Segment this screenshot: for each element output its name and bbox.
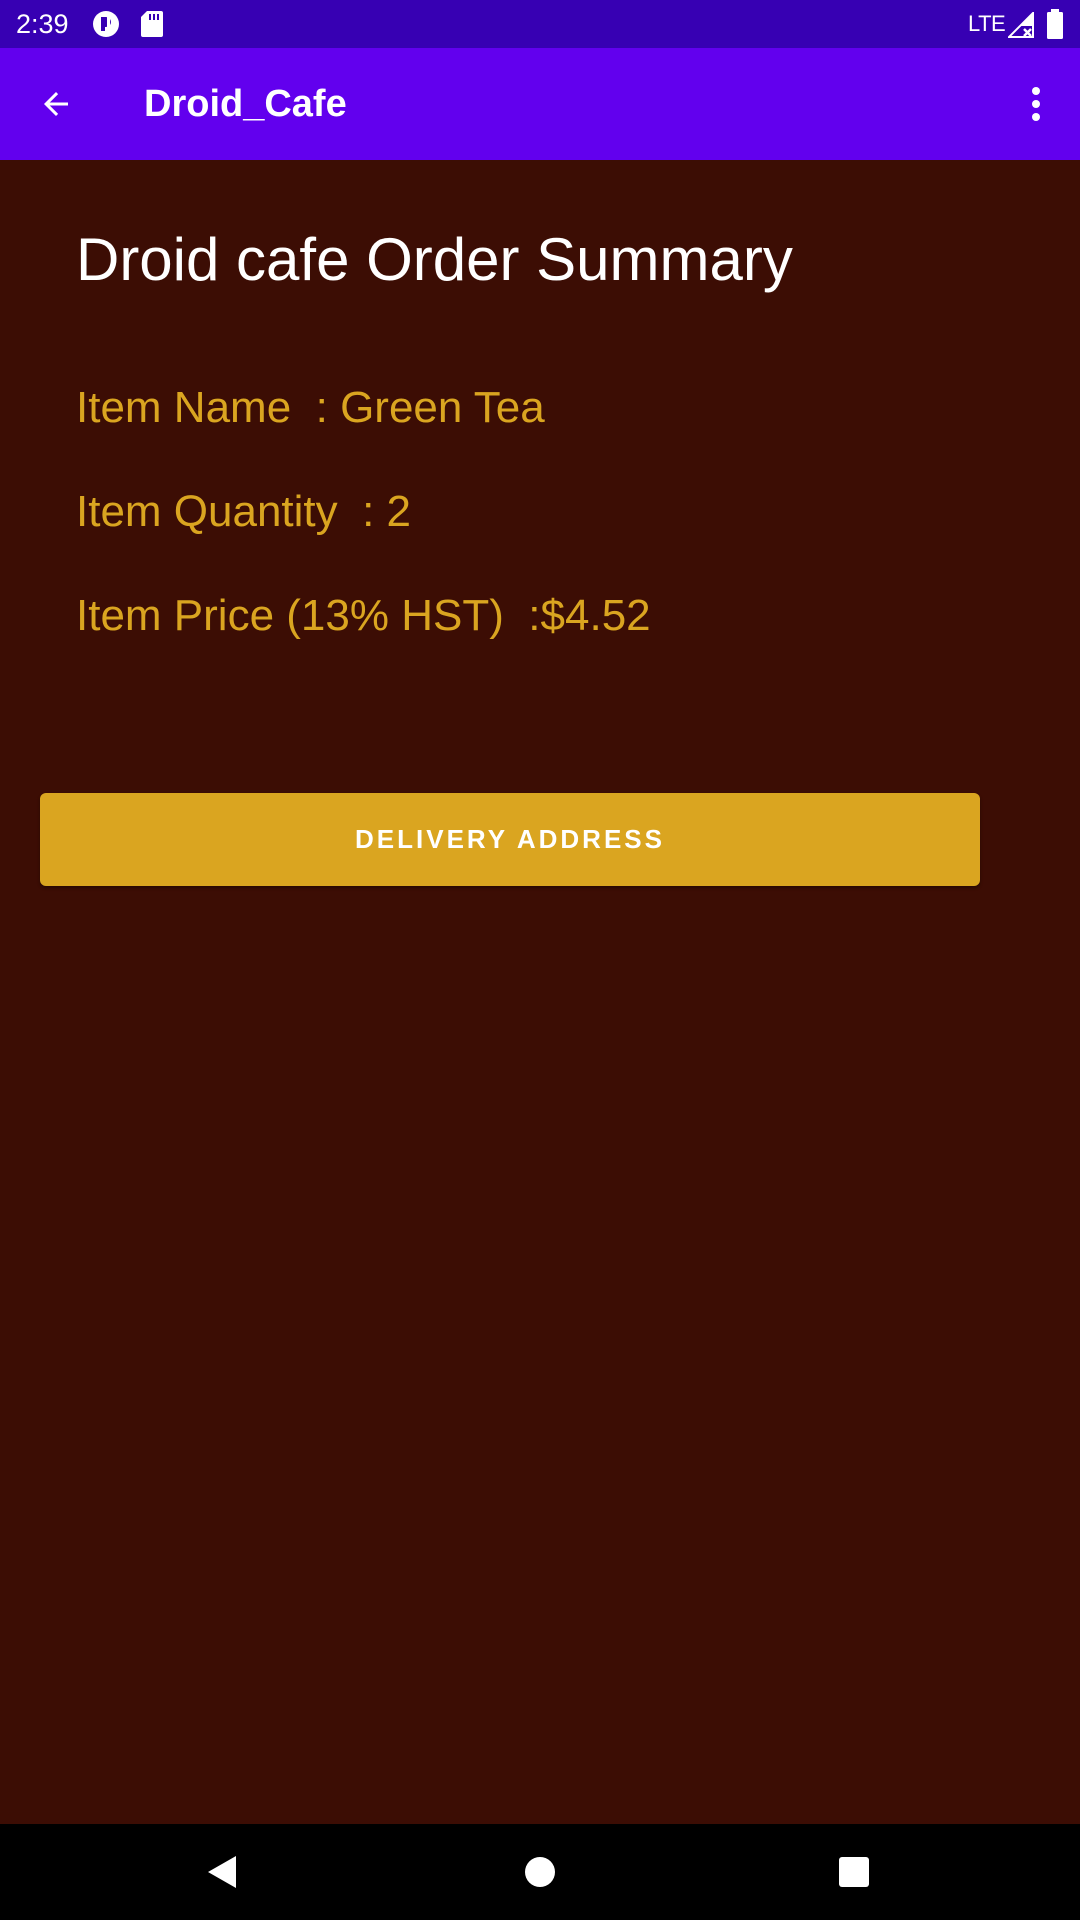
more-vert-icon <box>1032 87 1040 121</box>
item-name-text: Item Name : Green Tea <box>76 383 545 432</box>
status-time: 2:39 <box>16 9 69 39</box>
nav-home-button[interactable] <box>510 1842 570 1902</box>
nav-recents-button[interactable] <box>824 1842 884 1902</box>
network-type-label: LTE <box>968 11 1006 36</box>
app-title: Droid_Cafe <box>144 83 347 125</box>
back-triangle-icon <box>208 1856 236 1888</box>
recents-square-icon <box>839 1857 869 1887</box>
signal-icon <box>1008 12 1034 38</box>
app-bar: Droid_Cafe <box>0 48 1080 160</box>
overflow-menu-button[interactable] <box>1012 76 1060 132</box>
summary-title: Droid cafe Order Summary <box>76 226 793 293</box>
battery-icon <box>1047 9 1063 39</box>
sd-card-icon <box>141 11 163 37</box>
delivery-address-button[interactable]: DELIVERY ADDRESS <box>40 793 980 886</box>
notification-app-icon <box>93 11 119 37</box>
back-button[interactable] <box>20 76 92 132</box>
nav-back-button[interactable] <box>192 1842 252 1902</box>
item-quantity-text: Item Quantity : 2 <box>76 487 412 536</box>
home-circle-icon <box>525 1857 555 1887</box>
item-price-text: Item Price (13% HST) :$4.52 <box>76 591 651 640</box>
arrow-back-icon <box>44 92 68 116</box>
system-nav-bar <box>0 1824 1080 1920</box>
status-bar: 2:39 LTE <box>0 0 1080 48</box>
